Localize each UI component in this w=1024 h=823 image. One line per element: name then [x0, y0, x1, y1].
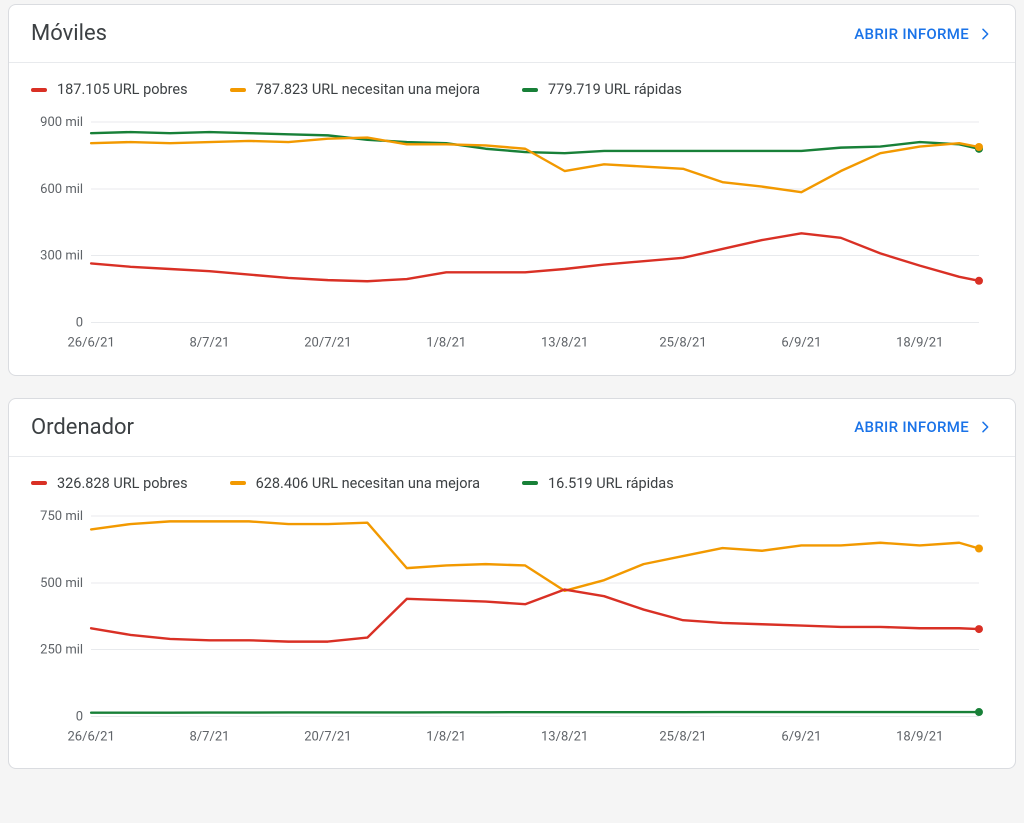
- legend-text: 187.105 URL pobres: [57, 81, 188, 98]
- legend-text: 326.828 URL pobres: [57, 475, 188, 492]
- card-title: Móviles: [31, 21, 107, 46]
- svg-text:18/9/21: 18/9/21: [896, 729, 943, 744]
- svg-text:6/9/21: 6/9/21: [781, 335, 821, 350]
- swatch-poor: [31, 481, 47, 485]
- swatch-poor: [31, 88, 47, 92]
- legend-item-needs[interactable]: 628.406 URL necesitan una mejora: [230, 475, 480, 492]
- svg-text:25/8/21: 25/8/21: [659, 729, 706, 744]
- legend-text: 787.823 URL necesitan una mejora: [256, 81, 480, 98]
- open-report-button[interactable]: ABRIR INFORME: [854, 418, 993, 436]
- svg-text:250 mil: 250 mil: [40, 642, 83, 657]
- swatch-fast: [522, 88, 538, 92]
- svg-text:1/8/21: 1/8/21: [426, 729, 466, 744]
- open-report-button[interactable]: ABRIR INFORME: [854, 25, 993, 43]
- svg-text:13/8/21: 13/8/21: [541, 335, 588, 350]
- svg-text:6/9/21: 6/9/21: [781, 729, 821, 744]
- chart-area: 0 250 mil 500 mil 750 mil 26/6/21 8/7/21 20/7/…: [9, 502, 1015, 769]
- svg-text:26/6/21: 26/6/21: [67, 729, 114, 744]
- svg-text:500 mil: 500 mil: [40, 575, 83, 590]
- legend-item-poor[interactable]: 326.828 URL pobres: [31, 475, 188, 492]
- svg-text:25/8/21: 25/8/21: [659, 335, 706, 350]
- card-title: Ordenador: [31, 415, 134, 440]
- svg-text:0: 0: [76, 315, 83, 330]
- legend-text: 628.406 URL necesitan una mejora: [256, 475, 480, 492]
- chart-area: 0 300 mil 600 mil 900 mil 26/6/21 8/7/21 20/7/…: [9, 108, 1015, 375]
- svg-text:20/7/21: 20/7/21: [304, 335, 351, 350]
- svg-text:8/7/21: 8/7/21: [189, 729, 229, 744]
- legend: 187.105 URL pobres 787.823 URL necesitan…: [9, 63, 1015, 108]
- svg-text:26/6/21: 26/6/21: [67, 335, 114, 350]
- svg-text:600 mil: 600 mil: [40, 182, 83, 197]
- legend-text: 16.519 URL rápidas: [548, 475, 674, 492]
- open-report-label: ABRIR INFORME: [854, 25, 969, 43]
- chevron-right-icon: [977, 419, 993, 435]
- swatch-fast: [522, 481, 538, 485]
- open-report-label: ABRIR INFORME: [854, 418, 969, 436]
- line-chart-moviles: 0 300 mil 600 mil 900 mil 26/6/21 8/7/21 20/7/…: [31, 112, 993, 353]
- card-header: Ordenador ABRIR INFORME: [9, 399, 1015, 457]
- line-chart-ordenador: 0 250 mil 500 mil 750 mil 26/6/21 8/7/21 20/7/…: [31, 506, 993, 747]
- svg-text:300 mil: 300 mil: [40, 249, 83, 264]
- card-ordenador: Ordenador ABRIR INFORME 326.828 URL pobr…: [8, 398, 1016, 770]
- swatch-needs: [230, 481, 246, 485]
- chevron-right-icon: [977, 26, 993, 42]
- svg-text:20/7/21: 20/7/21: [304, 729, 351, 744]
- svg-text:750 mil: 750 mil: [40, 509, 83, 524]
- card-moviles: Móviles ABRIR INFORME 187.105 URL pobres…: [8, 4, 1016, 376]
- svg-text:900 mil: 900 mil: [40, 115, 83, 130]
- legend-item-needs[interactable]: 787.823 URL necesitan una mejora: [230, 81, 480, 98]
- swatch-needs: [230, 88, 246, 92]
- legend-item-fast[interactable]: 779.719 URL rápidas: [522, 81, 682, 98]
- legend-item-fast[interactable]: 16.519 URL rápidas: [522, 475, 674, 492]
- svg-text:13/8/21: 13/8/21: [541, 729, 588, 744]
- svg-text:0: 0: [76, 709, 83, 724]
- svg-text:8/7/21: 8/7/21: [189, 335, 229, 350]
- svg-text:18/9/21: 18/9/21: [896, 335, 943, 350]
- svg-text:1/8/21: 1/8/21: [426, 335, 466, 350]
- card-header: Móviles ABRIR INFORME: [9, 5, 1015, 63]
- legend-text: 779.719 URL rápidas: [548, 81, 682, 98]
- legend: 326.828 URL pobres 628.406 URL necesitan…: [9, 457, 1015, 502]
- legend-item-poor[interactable]: 187.105 URL pobres: [31, 81, 188, 98]
